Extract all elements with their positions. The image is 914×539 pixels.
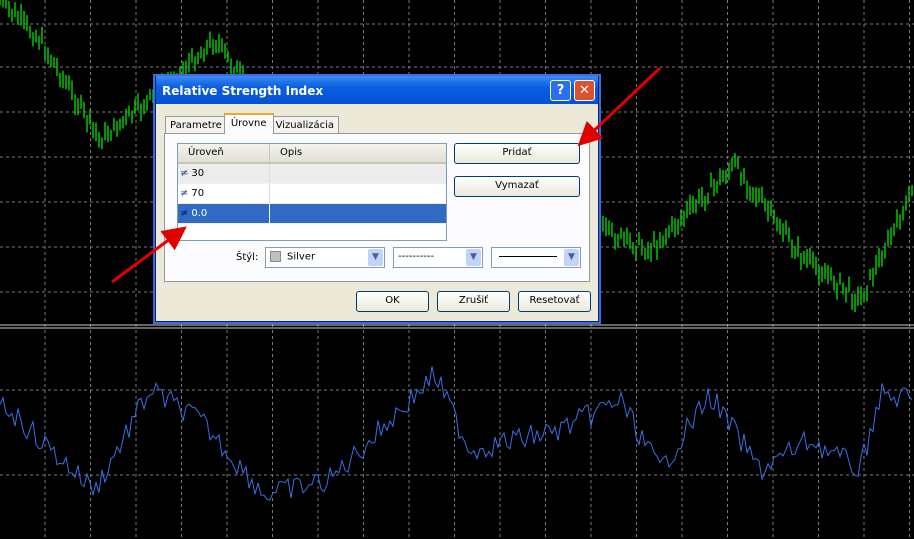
ok-button[interactable]: OK <box>356 291 429 312</box>
chevron-down-icon: ▼ <box>564 249 579 266</box>
chevron-down-icon: ▼ <box>368 249 383 266</box>
level-row-selected[interactable]: ≠ 0.0 <box>178 204 446 224</box>
delete-button[interactable]: Vymazať <box>454 176 580 197</box>
level-line-icon: ≠ <box>180 168 189 179</box>
column-header-level[interactable]: Úroveň <box>178 144 270 162</box>
cancel-button[interactable]: Zrušiť <box>437 291 510 312</box>
dialog-title-bar[interactable]: Relative Strength Index ? ✕ <box>156 76 598 104</box>
color-select[interactable]: Silver ▼ <box>265 247 385 268</box>
column-header-desc[interactable]: Opis <box>270 144 312 162</box>
style-label: Štýl: <box>236 252 259 263</box>
reset-button[interactable]: Resetovať <box>518 291 591 312</box>
level-line-icon: ≠ <box>180 208 189 219</box>
rsi-dialog: Relative Strength Index ? ✕ Parametre Úro… <box>155 76 599 322</box>
levels-list[interactable]: Úroveň Opis ≠ 30 ≠ 70 ≠ 0.0 <box>177 143 447 241</box>
chevron-down-icon: ▼ <box>466 249 481 266</box>
line-style-select[interactable]: ---------- ▼ <box>393 247 483 268</box>
tab-parametre[interactable]: Parametre <box>165 116 227 134</box>
level-line-icon: ≠ <box>180 188 189 199</box>
color-swatch <box>270 251 281 262</box>
tab-urovne[interactable]: Úrovne <box>223 113 274 134</box>
level-row[interactable]: ≠ 70 <box>178 184 446 204</box>
line-width-select[interactable]: ▼ <box>491 247 581 268</box>
close-button[interactable]: ✕ <box>574 80 595 101</box>
tab-vizualizacia[interactable]: Vizualizácia <box>270 116 340 134</box>
add-button[interactable]: Pridať <box>454 143 580 164</box>
line-width-sample <box>499 255 557 257</box>
rsi-line <box>0 366 913 501</box>
help-button[interactable]: ? <box>550 80 571 101</box>
dialog-title: Relative Strength Index <box>162 84 324 98</box>
level-row[interactable]: ≠ 30 <box>178 164 446 184</box>
